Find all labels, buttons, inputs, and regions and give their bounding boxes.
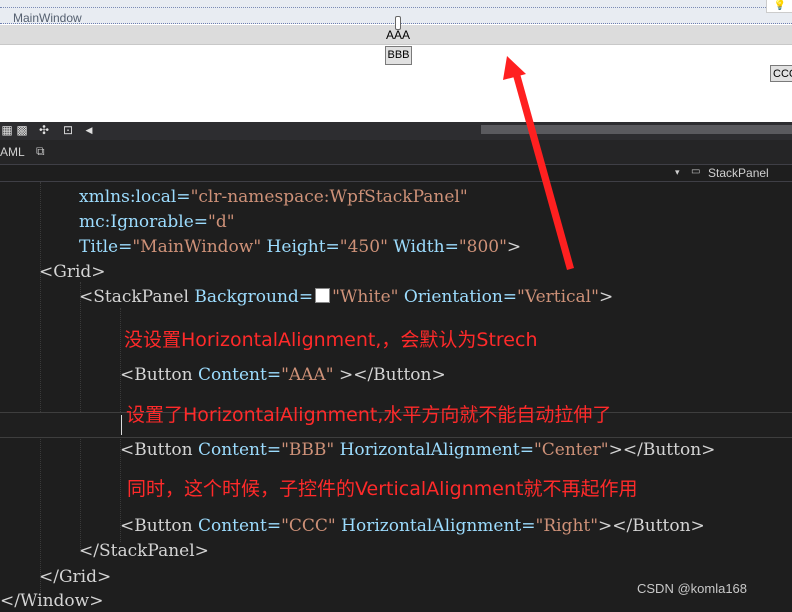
breadcrumb-element[interactable]: StackPanel [708,166,769,180]
designer-button-ccc[interactable]: CCC [770,65,792,82]
code-line: xmlns:local="clr-namespace:WpfStackPanel… [79,187,468,207]
snap-icon[interactable]: ✣ [37,123,51,137]
popout-icon[interactable]: ⧉ [36,144,50,158]
designer-button-aaa[interactable]: AAA [382,27,414,43]
code-line: <Button Content="BBB" HorizontalAlignmen… [120,440,716,460]
indent-guide [40,182,41,606]
code-line: </StackPanel> [79,541,209,561]
watermark: CSDN @komla168 [637,581,748,596]
code-line: Title="MainWindow" Height="450" Width="8… [79,237,522,257]
designer-guide-line [0,7,792,8]
code-line: <Grid> [39,262,106,282]
code-line: </Window> [0,591,104,611]
annotation-note-2: 设置了HorizontalAlignment,水平方向就不能自动拉伸了 [126,404,612,426]
zoom-fit-icon[interactable]: ⊡ [61,123,75,137]
code-line: <StackPanel Background= "White" Orientati… [79,287,614,307]
code-line: <Button Content="AAA" ></Button> [120,365,446,385]
annotation-note-3: 同时，这个时候，子控件的VerticalAlignment就不再起作用 [127,478,638,500]
scroll-left-icon[interactable]: ◀ [82,123,96,137]
breadcrumb-bar [0,164,792,182]
text-caret [121,415,122,435]
designer-button-bbb[interactable]: BBB [385,46,412,65]
breadcrumb-dropdown-icon[interactable]: ▾ [675,167,680,178]
designer-surface[interactable]: MainWindow 💡 AAA BBB CCC [0,0,792,122]
code-line: </Grid> [39,567,112,587]
lightbulb-icon[interactable]: 💡 [766,0,792,13]
grid-icon[interactable]: ▦ [0,123,14,137]
designer-window-title: MainWindow [13,11,82,25]
horizontal-scrollbar[interactable] [481,125,792,134]
xaml-tab-row [0,140,792,164]
checker-icon[interactable]: ▩ [15,123,29,137]
xaml-tab[interactable]: AML [0,145,25,159]
stackpanel-element-icon: ▭ [691,166,701,177]
color-swatch-white [315,288,331,303]
annotation-note-1: 没设置HorizontalAlignment,，会默认为Strech [124,329,538,351]
code-line: mc:Ignorable="d" [79,212,235,232]
code-line: <Button Content="CCC" HorizontalAlignmen… [120,516,705,536]
